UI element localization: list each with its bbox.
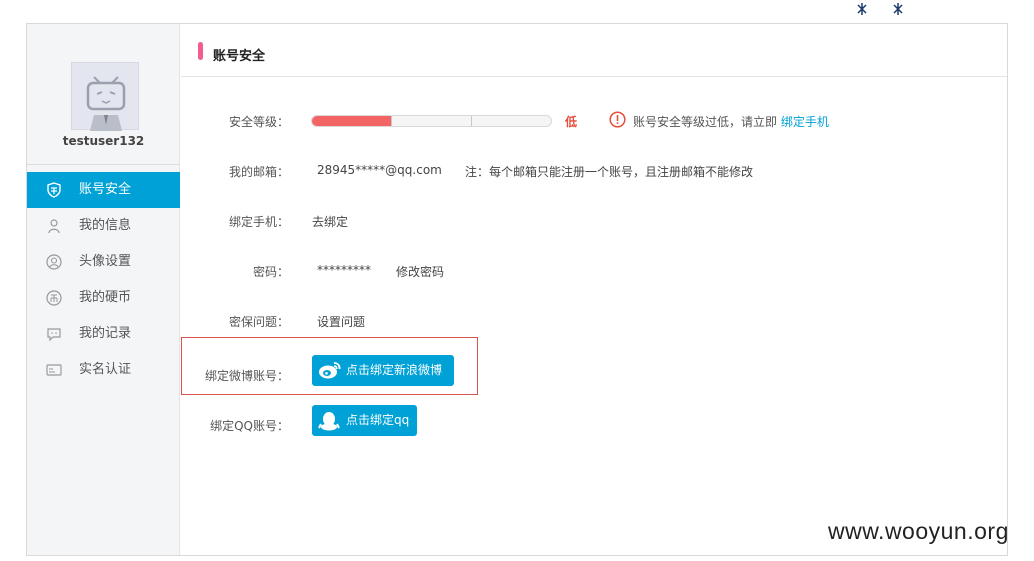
- coin-icon: [46, 290, 62, 306]
- weibo-highlight-box: [181, 337, 478, 395]
- avatar[interactable]: [71, 62, 139, 131]
- sidebar-item-label: 实名认证: [79, 362, 132, 377]
- section-header: 账号安全: [181, 24, 1007, 77]
- username: testuser132: [62, 134, 145, 148]
- watermark: www.wooyun.org: [828, 518, 1009, 544]
- warning-icon: [609, 111, 626, 128]
- change-password-link[interactable]: 修改密码: [396, 263, 444, 280]
- main-content: 账号安全 安全等级： 低 账号安全等级过低，请立即 绑定手机 我的邮箱： 289…: [181, 24, 1007, 555]
- meter-divider: [471, 116, 472, 126]
- sidebar-item-real-name[interactable]: 实名认证: [27, 352, 180, 388]
- bind-qq-button[interactable]: 点击绑定qq: [312, 405, 418, 436]
- id-card-icon: [46, 364, 62, 376]
- security-level-meter: [311, 115, 552, 127]
- password-value: *********: [317, 263, 371, 277]
- tv-mascot-icon: [86, 76, 126, 131]
- meter-divider: [391, 116, 392, 126]
- security-question-row: 密保问题： 设置问题: [181, 305, 1001, 335]
- sidebar-item-label: 账号安全: [79, 182, 132, 197]
- security-warning-text: 账号安全等级过低，请立即: [633, 115, 778, 129]
- email-note: 注：每个邮箱只能注册一个账号，且注册邮箱不能修改: [465, 165, 754, 179]
- sidebar-item-avatar-settings[interactable]: 头像设置: [27, 244, 180, 280]
- bind-phone-link[interactable]: 绑定手机: [781, 115, 829, 129]
- security-question-label: 密保问题：: [228, 315, 289, 329]
- email-label: 我的邮箱：: [228, 165, 289, 179]
- email-row: 我的邮箱： 28945*****@qq.com 注：每个邮箱只能注册一个账号，且…: [181, 155, 1001, 185]
- password-label: 密码：: [252, 265, 289, 279]
- sidebar-item-my-records[interactable]: 我的记录: [27, 316, 180, 352]
- sidebar-item-my-coins[interactable]: 我的硬币: [27, 280, 180, 316]
- page-title: 账号安全: [213, 49, 266, 64]
- qq-penguin-icon: [318, 412, 340, 431]
- phone-row: 绑定手机： 去绑定: [181, 205, 1001, 235]
- qq-label: 绑定QQ账号：: [210, 419, 289, 433]
- corner-decoration: [856, 0, 916, 15]
- shield-icon: [47, 182, 61, 198]
- bind-phone-action[interactable]: 去绑定: [312, 213, 348, 230]
- sidebar-item-account-security[interactable]: 账号安全: [27, 172, 180, 208]
- phone-label: 绑定手机：: [228, 215, 289, 229]
- password-row: 密码： ********* 修改密码: [181, 255, 1001, 285]
- bind-qq-label: 点击绑定qq: [346, 413, 410, 427]
- security-level-value: 低: [565, 115, 578, 129]
- divider: [27, 164, 180, 165]
- sidebar-item-my-info[interactable]: 我的信息: [27, 208, 180, 244]
- sidebar-nav: 账号安全 我的信息 头像设置 我的硬币 我的记录 实名认证: [27, 172, 180, 388]
- security-level-fill: [312, 116, 391, 126]
- sidebar-item-label: 头像设置: [79, 254, 132, 269]
- security-level-label: 安全等级：: [228, 115, 289, 129]
- set-question-link[interactable]: 设置问题: [317, 313, 365, 330]
- security-warning: 账号安全等级过低，请立即 绑定手机: [633, 113, 829, 130]
- chat-icon: [47, 328, 61, 342]
- header-accent-bar: [198, 42, 203, 60]
- sidebar-item-label: 我的硬币: [79, 290, 132, 305]
- sidebar-item-label: 我的信息: [79, 218, 132, 233]
- person-icon: [48, 219, 60, 234]
- qq-row: 绑定QQ账号： 点击绑定qq: [181, 405, 1001, 445]
- sidebar: testuser132 账号安全 我的信息 头像设置 我的硬币 我的记录 实名认…: [27, 24, 180, 555]
- account-panel: testuser132 账号安全 我的信息 头像设置 我的硬币 我的记录 实名认…: [26, 23, 1008, 556]
- security-level-row: 安全等级： 低 账号安全等级过低，请立即 绑定手机: [181, 105, 1001, 135]
- sidebar-item-label: 我的记录: [79, 326, 132, 341]
- avatar-icon: [46, 254, 62, 270]
- email-value: 28945*****@qq.com: [317, 163, 442, 177]
